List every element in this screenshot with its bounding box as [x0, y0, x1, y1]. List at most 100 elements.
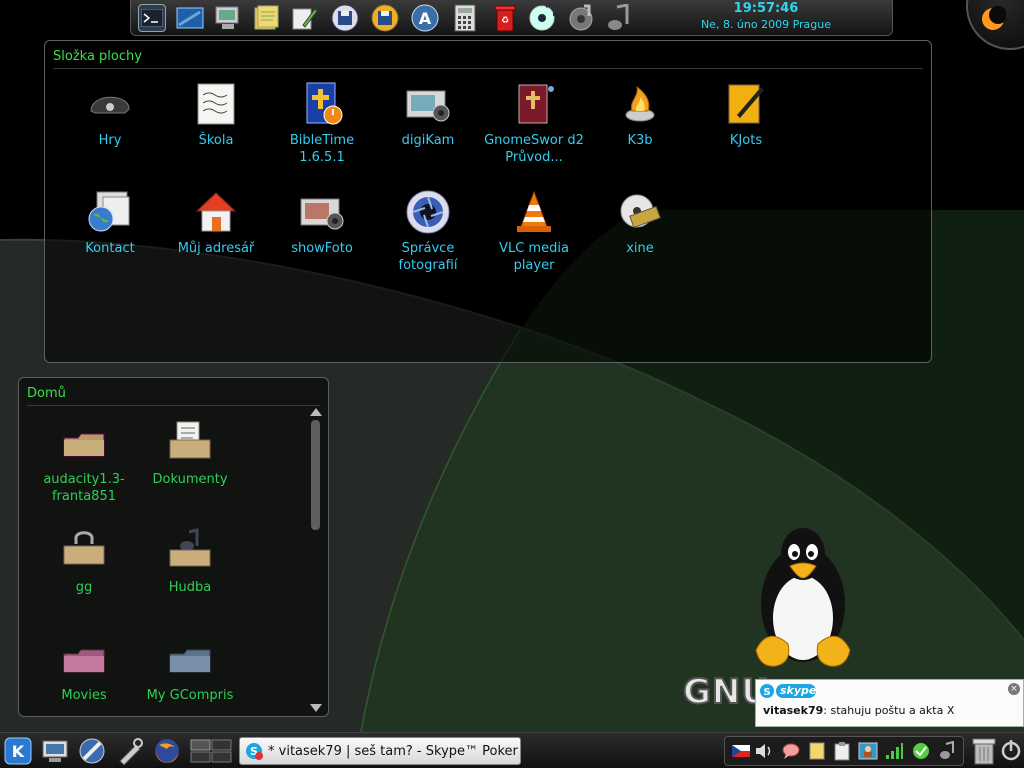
- desktop-item-kontact[interactable]: Kontact: [56, 189, 164, 257]
- home-item-hudba[interactable]: Hudba: [136, 528, 244, 596]
- item-label: Movies: [61, 688, 107, 703]
- editor-icon[interactable]: [290, 4, 318, 32]
- desktop-item-k3b[interactable]: K3b: [586, 81, 694, 149]
- folder-music-icon: [167, 528, 213, 574]
- item-label: BibleTime 1.6.5.1: [289, 133, 355, 165]
- chat-bubble-icon[interactable]: [781, 741, 801, 761]
- home-item-gg[interactable]: gg: [30, 528, 138, 596]
- skype-notification[interactable]: S skype × vitasek79: stahuju poštu a akt…: [755, 679, 1024, 727]
- item-label: Správce fotografií: [398, 241, 458, 273]
- item-label: My GCompris: [146, 688, 234, 703]
- home-item-gcompris[interactable]: My GCompris: [136, 636, 244, 704]
- item-label: audacity1.3-franta851: [43, 472, 125, 504]
- skype-message: vitasek79: stahuju poštu a akta X: [763, 704, 954, 717]
- settings-monitor-icon[interactable]: [214, 4, 242, 32]
- folder-pink-icon: [61, 636, 107, 682]
- item-label: Hry: [98, 133, 122, 148]
- item-label: VLC media player: [499, 241, 569, 273]
- item-label: Můj adresář: [177, 241, 255, 256]
- desktop-item-xine[interactable]: xine: [586, 189, 694, 257]
- amarok-note-icon[interactable]: [937, 741, 957, 761]
- folder-divider: [53, 68, 923, 69]
- kde-menu-icon[interactable]: K: [4, 737, 32, 765]
- helmet-icon: [87, 81, 133, 127]
- logout-icon[interactable]: [1000, 737, 1022, 765]
- item-label: Hudba: [168, 580, 212, 595]
- close-icon[interactable]: ×: [1008, 683, 1020, 695]
- bible-book-icon: [511, 81, 557, 127]
- photo-camera-icon: [299, 189, 345, 235]
- clock-date[interactable]: Ne, 8. úno 2009 Prague: [671, 18, 861, 31]
- floppy-save-icon[interactable]: [331, 4, 359, 32]
- svg-text:K: K: [12, 742, 25, 761]
- home-icon: [193, 189, 239, 235]
- desktop-item-hry[interactable]: Hry: [56, 81, 164, 149]
- clock-time[interactable]: 19:57:46: [691, 1, 841, 16]
- home-item-dokumenty[interactable]: Dokumenty: [136, 420, 244, 488]
- knotes-icon[interactable]: [807, 741, 827, 761]
- volume-icon[interactable]: [754, 741, 774, 761]
- home-item-movies[interactable]: Movies: [30, 636, 138, 704]
- desktop-item-vlc[interactable]: VLC media player: [480, 189, 588, 274]
- desktop-item-kjots[interactable]: KJots: [692, 81, 800, 149]
- save-as-icon[interactable]: [371, 4, 399, 32]
- keyboard-layout-flag-icon[interactable]: [731, 741, 751, 761]
- scroll-down-arrow-icon[interactable]: [310, 704, 322, 712]
- desktop-item-gnomesword[interactable]: GnomeSwor d2 Průvod...: [480, 81, 588, 166]
- folder-icon: [61, 420, 107, 466]
- clipboard-icon[interactable]: [832, 741, 852, 761]
- skype-message-text: : stahuju poštu a akta X: [823, 704, 955, 717]
- scroll-thumb[interactable]: [311, 420, 320, 530]
- skype-icon: S: [246, 743, 263, 760]
- item-label: GnomeSwor d2 Průvod...: [484, 133, 584, 165]
- system-monitor-icon[interactable]: [41, 737, 69, 765]
- kontrol-icon[interactable]: [78, 737, 106, 765]
- item-label: Dokumenty: [152, 472, 228, 487]
- kjots-notebook-icon: [723, 81, 769, 127]
- media-icon[interactable]: [567, 4, 595, 32]
- k3b-burn-icon: [617, 81, 663, 127]
- trash-icon[interactable]: ♻: [491, 4, 519, 32]
- taskbar: K S * vitasek79 | seš tam? - Skype™ Poke…: [0, 732, 1024, 768]
- font-icon[interactable]: A: [411, 4, 439, 32]
- aperture-icon: [405, 189, 451, 235]
- system-tray: [724, 736, 964, 766]
- user-info-icon[interactable]: [858, 741, 878, 761]
- item-label: KJots: [729, 133, 763, 148]
- taskbar-item-skype[interactable]: S * vitasek79 | seš tam? - Skype™ Poker: [239, 737, 521, 765]
- terminal-icon[interactable]: [138, 4, 166, 32]
- update-checked-icon[interactable]: [911, 741, 931, 761]
- trash-can-icon[interactable]: [972, 737, 996, 765]
- signal-strength-icon[interactable]: [884, 741, 904, 761]
- item-label: xine: [626, 241, 654, 256]
- folder-locked-icon: [61, 528, 107, 574]
- desktop-item-spravce-fotografii[interactable]: Správce fotografií: [374, 189, 482, 274]
- music-player-icon[interactable]: [528, 4, 556, 32]
- pager-icon[interactable]: [190, 737, 232, 765]
- calculator-icon[interactable]: [451, 4, 479, 32]
- home-item-audacity[interactable]: audacity1.3-franta851: [30, 420, 138, 505]
- desktop-item-digikam[interactable]: digiKam: [374, 81, 482, 149]
- desktop-item-skola[interactable]: Škola: [162, 81, 270, 149]
- home-folder-scrollbar[interactable]: [309, 406, 323, 712]
- notes-icon[interactable]: [252, 4, 280, 32]
- desktop-item-adresar[interactable]: Můj adresář: [162, 189, 270, 257]
- tools-icon[interactable]: [116, 737, 144, 765]
- firefox-icon[interactable]: [153, 737, 181, 765]
- kontact-globe-icon: [87, 189, 133, 235]
- desktop-icon[interactable]: [176, 4, 204, 32]
- camera-icon: [405, 81, 451, 127]
- desktop-item-showfoto[interactable]: showFoto: [268, 189, 376, 257]
- item-label: gg: [75, 580, 93, 595]
- folder-blue-icon: [167, 636, 213, 682]
- notepad-icon: [193, 81, 239, 127]
- moon-icon: [982, 6, 1006, 30]
- item-label: digiKam: [401, 133, 455, 148]
- skype-brand-text: skype: [780, 684, 817, 697]
- tux-penguin-icon: [755, 528, 851, 667]
- scroll-up-arrow-icon[interactable]: [310, 408, 322, 416]
- note-icon[interactable]: [605, 4, 633, 32]
- folder-title: Složka plochy: [53, 49, 142, 64]
- desktop-item-bibletime[interactable]: BibleTime 1.6.5.1: [268, 81, 376, 166]
- skype-sender: vitasek79: [763, 704, 824, 717]
